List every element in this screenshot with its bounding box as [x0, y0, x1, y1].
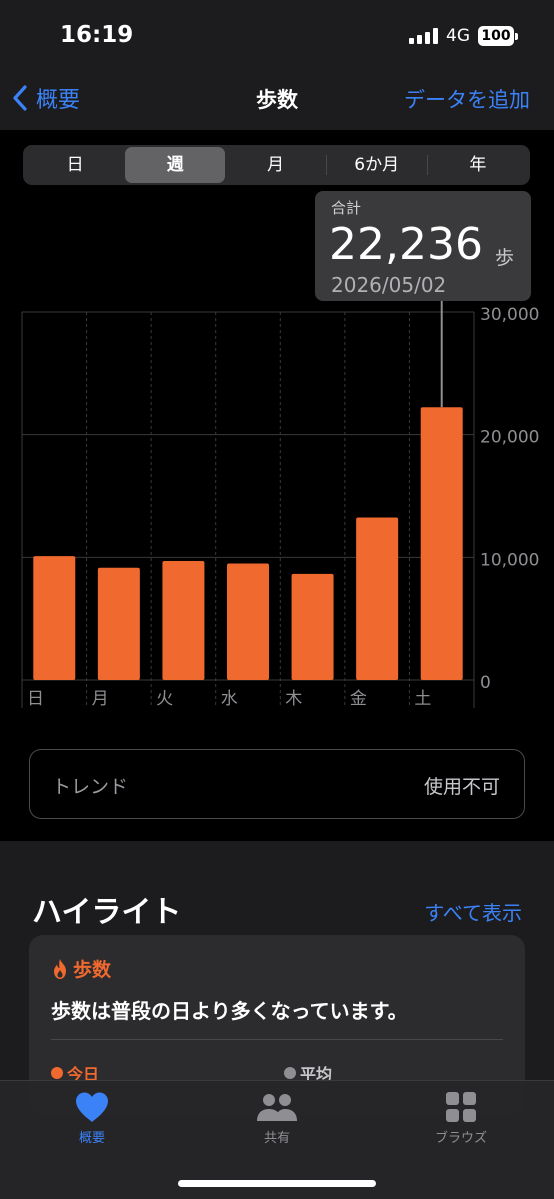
- highlight-text: 歩数は普段の日より多くなっています。: [51, 999, 408, 1023]
- tab-summary-label: 概要: [78, 1131, 105, 1146]
- y-tick-label: 10,000: [480, 550, 539, 570]
- segment-year[interactable]: 年: [428, 147, 528, 183]
- bar: [33, 556, 76, 680]
- selection-tooltip: 合計 22,236 歩 2026/05/02: [315, 191, 531, 301]
- trend-label: トレンド: [52, 776, 129, 798]
- show-all-button[interactable]: すべて表示: [424, 897, 522, 926]
- legend-today-dot: [51, 1067, 63, 1079]
- x-tick-label: 日: [27, 689, 44, 709]
- tab-browse-label: ブラウズ: [434, 1131, 487, 1146]
- battery-icon: 100: [478, 26, 518, 46]
- battery-level: 100: [478, 26, 514, 46]
- tab-browse[interactable]: ブラウズ: [401, 1091, 521, 1146]
- status-indicators: 4G 100: [409, 26, 518, 46]
- x-tick-label: 火: [156, 689, 173, 709]
- highlight-category: 歩数: [73, 959, 112, 981]
- x-tick-label: 水: [221, 689, 238, 709]
- tooltip-value: 22,236: [329, 219, 483, 270]
- network-type: 4G: [446, 26, 470, 46]
- segment-day[interactable]: 日: [25, 147, 125, 183]
- back-button[interactable]: 概要: [12, 82, 80, 114]
- y-tick-label: 20,000: [480, 428, 539, 448]
- divider: [51, 1039, 503, 1040]
- bar: [420, 407, 463, 680]
- x-tick-label: 土: [414, 689, 431, 709]
- tooltip-label: 合計: [331, 199, 362, 217]
- add-data-button[interactable]: データを追加: [404, 84, 530, 114]
- x-tick-label: 木: [285, 689, 302, 709]
- signal-icon: [409, 28, 438, 44]
- heart-icon: [76, 1092, 108, 1122]
- chart-canvas: 30,000 20,000 10,000 0 日 月 火 水 木 金 土: [21, 301, 539, 709]
- y-tick-label: 30,000: [480, 305, 539, 325]
- grid-icon: [446, 1092, 476, 1122]
- tooltip-unit: 歩: [495, 247, 515, 269]
- highlights-title: ハイライト: [32, 895, 182, 930]
- period-segmented-control: 日 週 月 6か月 年: [23, 145, 530, 185]
- bar: [97, 567, 140, 680]
- status-bar: 16:19 4G 100: [0, 0, 554, 70]
- trend-row[interactable]: トレンド 使用不可: [29, 749, 525, 819]
- home-indicator: [178, 1180, 376, 1187]
- segment-month[interactable]: 月: [225, 147, 325, 183]
- chevron-left-icon: [13, 85, 27, 111]
- bar: [356, 517, 399, 680]
- legend-average-dot: [284, 1067, 296, 1079]
- highlights-section: ハイライト すべて表示 歩数 歩数は普段の日より多くなっています。 今日 平均: [0, 841, 554, 1115]
- flame-icon: [54, 958, 66, 979]
- tab-sharing[interactable]: 共有: [217, 1091, 337, 1146]
- segment-6-months[interactable]: 6か月: [327, 147, 427, 183]
- y-tick-label: 0: [480, 673, 491, 693]
- people-icon: [257, 1094, 297, 1121]
- status-time: 16:19: [60, 22, 134, 48]
- bar: [291, 573, 334, 680]
- tab-summary[interactable]: 概要: [32, 1091, 152, 1146]
- trend-value: 使用不可: [423, 776, 500, 798]
- bar: [162, 561, 205, 680]
- tab-sharing-label: 共有: [263, 1131, 290, 1146]
- steps-bar-chart[interactable]: 30,000 20,000 10,000 0 日 月 火 水 木 金 土: [0, 290, 554, 720]
- tooltip-date: 2026/05/02: [331, 273, 447, 297]
- x-tick-label: 月: [92, 689, 109, 709]
- bar: [227, 563, 269, 680]
- back-label: 概要: [36, 88, 81, 113]
- highlight-card-header: 歩数: [51, 955, 111, 982]
- navigation-bar: 概要 歩数 データを追加: [0, 70, 554, 130]
- segment-week[interactable]: 週: [125, 147, 226, 183]
- x-tick-label: 金: [350, 689, 367, 709]
